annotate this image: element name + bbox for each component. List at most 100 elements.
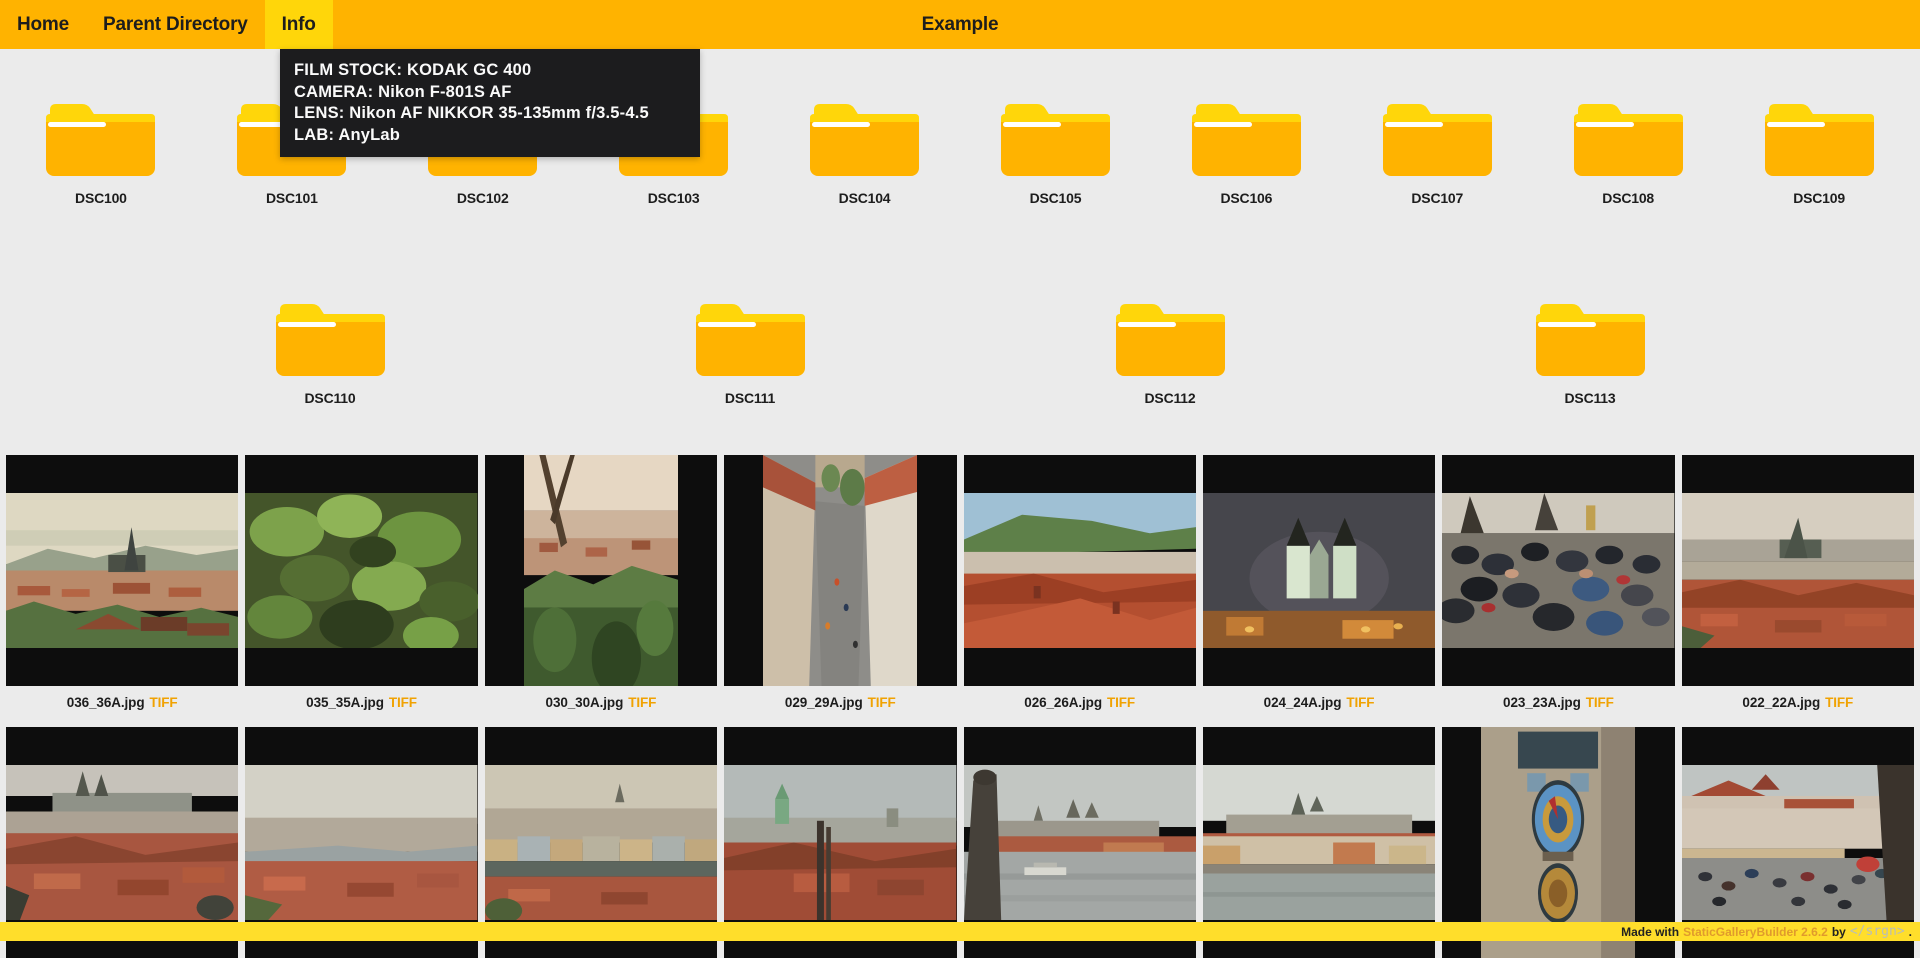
folder-label: DSC111 xyxy=(725,390,775,406)
folder-icon xyxy=(694,300,807,378)
folder-label: DSC102 xyxy=(457,190,509,206)
photo-thumbnail-023_23A[interactable] xyxy=(1442,455,1674,686)
folder-icon xyxy=(1381,100,1494,178)
folder-label: DSC112 xyxy=(1145,390,1196,406)
folder-item-dsc113[interactable]: DSC113 xyxy=(1500,300,1680,455)
photo-thumbnail-035_35A[interactable] xyxy=(245,455,477,686)
caption-format-link[interactable]: TIFF xyxy=(1346,695,1374,710)
photo-caption: 035_35A.jpg TIFF xyxy=(245,686,477,727)
photo-art xyxy=(1682,765,1914,920)
footer-made-with: Made with xyxy=(1621,925,1679,939)
folder-label: DSC100 xyxy=(75,190,127,206)
folder-item-dsc112[interactable]: DSC112 xyxy=(1080,300,1260,455)
folder-label: DSC109 xyxy=(1793,190,1845,206)
folder-icon xyxy=(1190,100,1303,178)
photo-art xyxy=(1682,493,1914,648)
folder-label: DSC104 xyxy=(839,190,891,206)
photo-caption: 029_29A.jpg TIFF xyxy=(724,686,956,727)
folder-item-dsc106[interactable]: DSC106 xyxy=(1156,100,1336,255)
photo-thumbnail-029_29A[interactable] xyxy=(724,455,956,686)
gallery-item: 035_35A.jpg TIFF xyxy=(245,455,477,727)
folder-icon xyxy=(999,100,1112,178)
photo-caption: 036_36A.jpg TIFF xyxy=(6,686,238,727)
folder-icon xyxy=(44,100,157,178)
photo-art xyxy=(6,765,238,920)
photo-art xyxy=(6,493,238,648)
folder-item-dsc100[interactable]: DSC100 xyxy=(11,100,191,255)
photo-caption: 026_26A.jpgTIFF xyxy=(964,686,1196,727)
nav-item-info[interactable]: Info xyxy=(265,0,333,49)
folder-item-dsc109[interactable]: DSC109 xyxy=(1729,100,1909,255)
footer-dot: . xyxy=(1909,925,1912,939)
folder-label: DSC110 xyxy=(305,390,356,406)
folder-item-dsc104[interactable]: DSC104 xyxy=(775,100,955,255)
folder-item-dsc108[interactable]: DSC108 xyxy=(1538,100,1718,255)
folder-label: DSC113 xyxy=(1565,390,1616,406)
folder-label: DSC101 xyxy=(266,190,318,206)
folder-icon xyxy=(1534,300,1647,378)
caption-format-link[interactable]: TIFF xyxy=(1107,695,1135,710)
folder-icon xyxy=(274,300,387,378)
caption-filename: 036_36A.jpg xyxy=(67,695,145,710)
photo-caption: 023_23A.jpg TIFF xyxy=(1442,686,1674,727)
nav-item-home[interactable]: Home xyxy=(0,0,86,49)
photo-art xyxy=(964,493,1196,648)
footer: Made with StaticGalleryBuilder 2.6.2 by … xyxy=(0,922,1920,941)
photo-caption: 022_22A.jpg TIFF xyxy=(1682,686,1914,727)
photo-art xyxy=(245,765,477,920)
caption-format-link[interactable]: TIFF xyxy=(389,695,417,710)
caption-filename: 030_30A.jpg xyxy=(546,695,624,710)
navbar: HomeParent DirectoryInfo Example xyxy=(0,0,1920,49)
caption-filename: 022_22A.jpg xyxy=(1742,695,1820,710)
navbar-items: HomeParent DirectoryInfo xyxy=(0,0,333,49)
gallery-item: 030_30A.jpg TIFF xyxy=(485,455,717,727)
tooltip-line: CAMERA: Nikon F-801S AF xyxy=(294,82,686,104)
tooltip-line: LENS: Nikon AF NIKKOR 35-135mm f/3.5-4.5 xyxy=(294,103,686,125)
photo-caption: 030_30A.jpg TIFF xyxy=(485,686,717,727)
caption-format-link[interactable]: TIFF xyxy=(149,695,177,710)
folder-item-dsc110[interactable]: DSC110 xyxy=(240,300,420,455)
photo-art xyxy=(724,765,956,920)
footer-builder-link[interactable]: StaticGalleryBuilder 2.6.2 xyxy=(1683,925,1828,939)
gallery-item: 023_23A.jpg TIFF xyxy=(1442,455,1674,727)
photo-art xyxy=(245,493,477,648)
caption-format-link[interactable]: TIFF xyxy=(1586,695,1614,710)
footer-logo-link[interactable]: </srgn> xyxy=(1850,924,1905,939)
gallery-item: 036_36A.jpg TIFF xyxy=(6,455,238,727)
photo-thumbnail-024_24A[interactable] xyxy=(1203,455,1435,686)
caption-filename: 035_35A.jpg xyxy=(306,695,384,710)
gallery-item: 029_29A.jpg TIFF xyxy=(724,455,956,727)
photo-art xyxy=(1203,493,1435,648)
caption-format-link[interactable]: TIFF xyxy=(1825,695,1853,710)
photo-art xyxy=(524,455,678,686)
footer-by: by xyxy=(1832,925,1846,939)
nav-item-parent-directory[interactable]: Parent Directory xyxy=(86,0,265,49)
tooltip-line: FILM STOCK: KODAK GC 400 xyxy=(294,60,686,82)
caption-filename: 029_29A.jpg xyxy=(785,695,863,710)
gallery-item: 024_24A.jpgTIFF xyxy=(1203,455,1435,727)
photo-thumbnail-030_30A[interactable] xyxy=(485,455,717,686)
photo-art xyxy=(485,765,717,920)
gallery-item: 022_22A.jpg TIFF xyxy=(1682,455,1914,727)
caption-filename: 023_23A.jpg xyxy=(1503,695,1581,710)
folder-label: DSC106 xyxy=(1220,190,1272,206)
photo-art xyxy=(1442,493,1674,648)
photo-art xyxy=(964,765,1196,920)
photo-thumbnail-026_26A[interactable] xyxy=(964,455,1196,686)
folder-item-dsc107[interactable]: DSC107 xyxy=(1347,100,1527,255)
tooltip-line: LAB: AnyLab xyxy=(294,125,686,147)
caption-format-link[interactable]: TIFF xyxy=(628,695,656,710)
folder-item-dsc111[interactable]: DSC111 xyxy=(660,300,840,455)
folder-item-dsc105[interactable]: DSC105 xyxy=(965,100,1145,255)
gallery-item: 026_26A.jpgTIFF xyxy=(964,455,1196,727)
folder-icon xyxy=(1763,100,1876,178)
photo-thumbnail-022_22A[interactable] xyxy=(1682,455,1914,686)
photo-art xyxy=(1203,765,1435,920)
caption-format-link[interactable]: TIFF xyxy=(868,695,896,710)
folder-label: DSC105 xyxy=(1030,190,1082,206)
folder-label: DSC108 xyxy=(1602,190,1654,206)
photo-thumbnail-036_36A[interactable] xyxy=(6,455,238,686)
folder-label: DSC103 xyxy=(648,190,700,206)
page-title: Example xyxy=(922,0,999,49)
folder-icon xyxy=(808,100,921,178)
